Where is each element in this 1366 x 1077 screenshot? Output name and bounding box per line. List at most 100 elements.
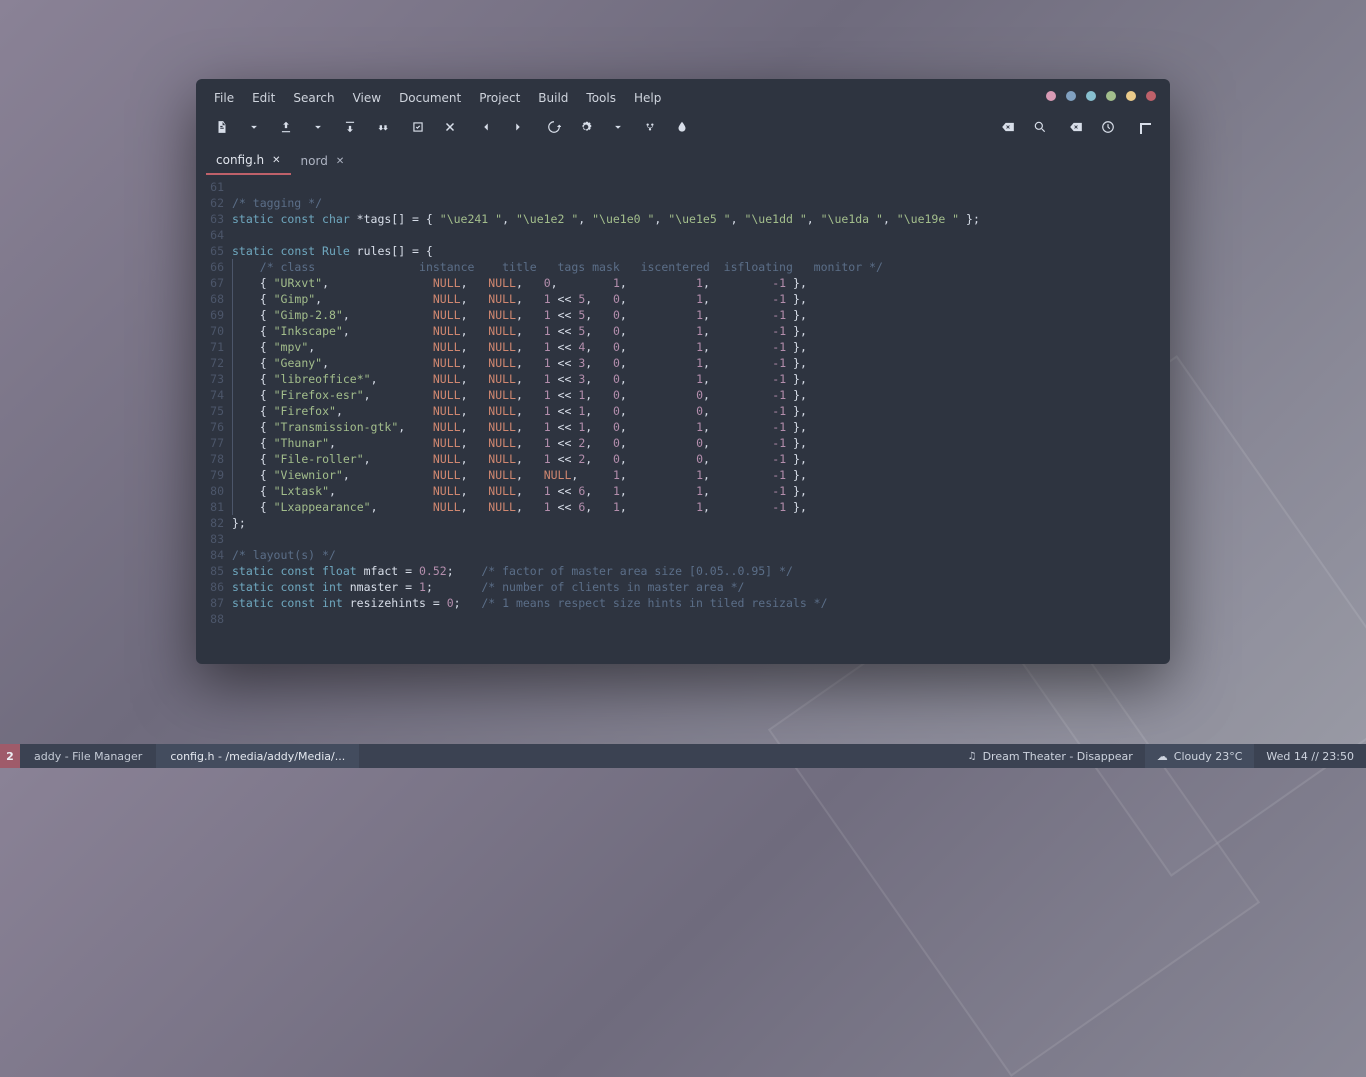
line-number: 67 <box>196 275 224 291</box>
color-icon[interactable] <box>674 119 690 135</box>
code-content[interactable]: /* tagging */static const char *tags[] =… <box>232 179 1170 664</box>
code-line[interactable]: { "Firefox", NULL, NULL, 1 << 1, 0, 0, -… <box>232 403 1170 419</box>
tab-label: config.h <box>216 153 264 167</box>
menu-file[interactable]: File <box>214 91 234 105</box>
line-number: 88 <box>196 611 224 627</box>
editor-area[interactable]: 6162636465666768697071727374757677787980… <box>196 175 1170 664</box>
close-icon[interactable] <box>442 119 458 135</box>
code-line[interactable]: { "File-roller", NULL, NULL, 1 << 2, 0, … <box>232 451 1170 467</box>
clock-widget[interactable]: Wed 14 // 23:50 <box>1254 744 1366 768</box>
menu-build[interactable]: Build <box>538 91 568 105</box>
menu-view[interactable]: View <box>353 91 381 105</box>
code-line[interactable]: static const float mfact = 0.52; /* fact… <box>232 563 1170 579</box>
music-icon: ♫ <box>968 751 977 762</box>
exit-icon[interactable] <box>1136 119 1152 135</box>
menu-tools[interactable]: Tools <box>586 91 616 105</box>
line-number: 70 <box>196 323 224 339</box>
forward-icon[interactable] <box>510 119 526 135</box>
close-tab-icon[interactable]: ✕ <box>336 156 344 167</box>
code-line[interactable]: { "Inkscape", NULL, NULL, 1 << 5, 0, 1, … <box>232 323 1170 339</box>
code-line[interactable]: { "Lxappearance", NULL, NULL, 1 << 6, 1,… <box>232 499 1170 515</box>
line-number: 87 <box>196 595 224 611</box>
code-line[interactable] <box>232 227 1170 243</box>
workspace-indicator[interactable]: 2 <box>0 744 20 768</box>
code-line[interactable]: { "Firefox-esr", NULL, NULL, 1 << 1, 0, … <box>232 387 1170 403</box>
chevron-down-icon[interactable] <box>310 119 326 135</box>
backspace-icon[interactable] <box>1000 119 1016 135</box>
line-number: 85 <box>196 563 224 579</box>
code-line[interactable]: static const char *tags[] = { "\ue241 ",… <box>232 211 1170 227</box>
back-icon[interactable] <box>478 119 494 135</box>
tab-label: nord <box>301 154 328 168</box>
menu-help[interactable]: Help <box>634 91 661 105</box>
line-number: 80 <box>196 483 224 499</box>
menu-edit[interactable]: Edit <box>252 91 275 105</box>
line-number: 83 <box>196 531 224 547</box>
backspace-icon[interactable] <box>1068 119 1084 135</box>
code-line[interactable] <box>232 531 1170 547</box>
line-number: 66 <box>196 259 224 275</box>
taskbar-window-item[interactable]: addy - File Manager <box>20 744 156 768</box>
build-icon[interactable] <box>546 119 562 135</box>
code-line[interactable]: { "Gimp", NULL, NULL, 1 << 5, 0, 1, -1 }… <box>232 291 1170 307</box>
code-line[interactable]: /* class instance title tags mask iscent… <box>232 259 1170 275</box>
code-line[interactable]: { "Geany", NULL, NULL, 1 << 3, 0, 1, -1 … <box>232 355 1170 371</box>
run-icon[interactable] <box>642 119 658 135</box>
line-number: 65 <box>196 243 224 259</box>
code-line[interactable]: /* tagging */ <box>232 195 1170 211</box>
menu-project[interactable]: Project <box>479 91 520 105</box>
line-number: 73 <box>196 371 224 387</box>
code-line[interactable]: static const Rule rules[] = { <box>232 243 1170 259</box>
line-number: 82 <box>196 515 224 531</box>
line-number: 72 <box>196 355 224 371</box>
dot-yellow[interactable] <box>1126 91 1136 101</box>
code-line[interactable]: { "mpv", NULL, NULL, 1 << 4, 0, 1, -1 }, <box>232 339 1170 355</box>
open-icon[interactable] <box>278 119 294 135</box>
line-number: 86 <box>196 579 224 595</box>
chevron-down-icon[interactable] <box>610 119 626 135</box>
dot-pink[interactable] <box>1046 91 1056 101</box>
save-icon[interactable] <box>342 119 358 135</box>
chevron-down-icon[interactable] <box>246 119 262 135</box>
dot-blue[interactable] <box>1066 91 1076 101</box>
dot-green[interactable] <box>1106 91 1116 101</box>
music-widget[interactable]: ♫ Dream Theater - Disappear <box>956 744 1145 768</box>
dot-red[interactable] <box>1146 91 1156 101</box>
code-line[interactable]: { "Gimp-2.8", NULL, NULL, 1 << 5, 0, 1, … <box>232 307 1170 323</box>
line-number: 64 <box>196 227 224 243</box>
search-icon[interactable] <box>1032 119 1048 135</box>
code-line[interactable]: static const int nmaster = 1; /* number … <box>232 579 1170 595</box>
code-line[interactable]: { "Transmission-gtk", NULL, NULL, 1 << 1… <box>232 419 1170 435</box>
new-file-icon[interactable] <box>214 119 230 135</box>
code-line[interactable]: { "Lxtask", NULL, NULL, 1 << 6, 1, 1, -1… <box>232 483 1170 499</box>
reload-icon[interactable] <box>410 119 426 135</box>
taskbar: 2 addy - File Managerconfig.h - /media/a… <box>0 744 1366 768</box>
taskbar-window-item[interactable]: config.h - /media/addy/Media/... <box>156 744 359 768</box>
editor-window: File Edit Search View Document Project Build To… <box>196 79 1170 664</box>
tab-config-h[interactable]: config.h ✕ <box>206 147 291 175</box>
weather-widget[interactable]: ☁ Cloudy 23°C <box>1145 744 1255 768</box>
dot-teal[interactable] <box>1086 91 1096 101</box>
line-number: 77 <box>196 435 224 451</box>
code-line[interactable] <box>232 611 1170 627</box>
window-controls <box>1046 91 1156 101</box>
code-line[interactable]: static const int resizehints = 0; /* 1 m… <box>232 595 1170 611</box>
menu-search[interactable]: Search <box>293 91 334 105</box>
code-line[interactable]: { "URxvt", NULL, NULL, 0, 1, 1, -1 }, <box>232 275 1170 291</box>
gear-icon[interactable] <box>578 119 594 135</box>
code-line[interactable]: { "libreoffice*", NULL, NULL, 1 << 3, 0,… <box>232 371 1170 387</box>
goto-icon[interactable] <box>1100 119 1116 135</box>
code-line[interactable]: { "Viewnior", NULL, NULL, NULL, 1, 1, -1… <box>232 467 1170 483</box>
menu-document[interactable]: Document <box>399 91 461 105</box>
save-all-icon[interactable] <box>374 119 390 135</box>
code-line[interactable] <box>232 179 1170 195</box>
code-line[interactable]: }; <box>232 515 1170 531</box>
line-number: 75 <box>196 403 224 419</box>
code-line[interactable]: /* layout(s) */ <box>232 547 1170 563</box>
code-line[interactable]: { "Thunar", NULL, NULL, 1 << 2, 0, 0, -1… <box>232 435 1170 451</box>
close-tab-icon[interactable]: ✕ <box>272 155 280 166</box>
tab-nord[interactable]: nord ✕ <box>291 147 355 175</box>
line-number: 81 <box>196 499 224 515</box>
cloud-icon: ☁ <box>1157 750 1168 763</box>
line-number: 74 <box>196 387 224 403</box>
